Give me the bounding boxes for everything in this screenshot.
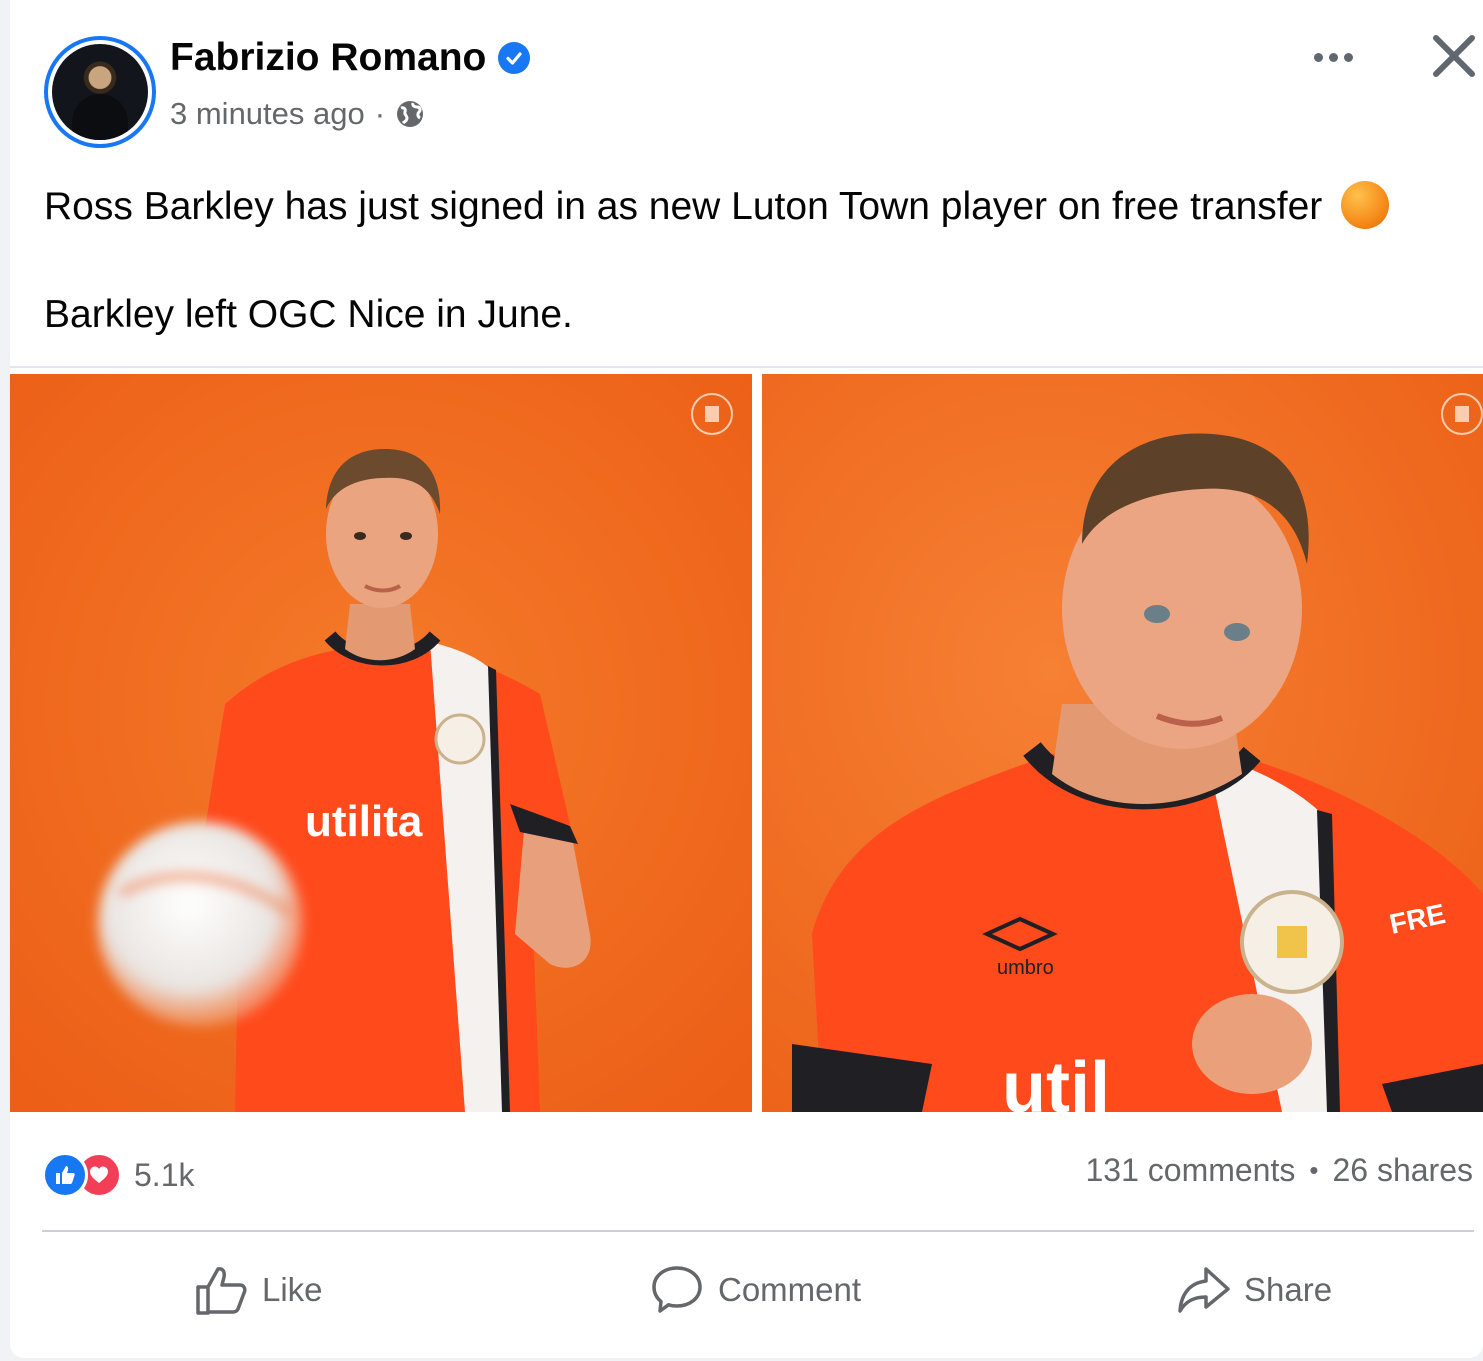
comment-icon (652, 1266, 702, 1313)
like-label: Like (262, 1271, 323, 1308)
svg-text:util: util (1002, 1048, 1110, 1112)
shares-count[interactable]: 26 shares (1332, 1152, 1473, 1189)
reaction-count: 5.1k (134, 1156, 195, 1193)
comment-button[interactable]: Comment (650, 1262, 861, 1318)
action-divider (42, 1230, 1474, 1232)
media-divider (10, 366, 1483, 368)
engagement-stats: 131 comments • 26 shares (1085, 1152, 1473, 1189)
author-name[interactable]: Fabrizio Romano (170, 36, 486, 80)
thumbs-up-icon (196, 1267, 247, 1315)
comment-label: Comment (718, 1271, 862, 1308)
close-icon[interactable] (1430, 32, 1478, 80)
comments-count[interactable]: 131 comments (1085, 1152, 1295, 1189)
svg-text:utilita: utilita (305, 797, 423, 846)
post-photo-2[interactable]: umbro FRE util (762, 374, 1483, 1112)
verified-badge-icon (498, 42, 531, 74)
share-arrow-icon (1178, 1267, 1230, 1313)
orange-circle-emoji-icon (1341, 181, 1390, 229)
post-photo-1[interactable]: utilita (10, 374, 752, 1112)
like-button[interactable]: Like (194, 1262, 323, 1318)
reactions-summary[interactable]: 5.1k (42, 1152, 194, 1198)
post-text-line-1: Ross Barkley has just signed in as new L… (44, 180, 1390, 234)
author-row: Fabrizio Romano (170, 36, 531, 80)
author-avatar[interactable] (44, 36, 156, 148)
stats-separator: • (1309, 1155, 1319, 1185)
post-card: Fabrizio Romano 3 minutes ago · Ross Bar… (10, 0, 1483, 1358)
share-button[interactable]: Share (1176, 1262, 1332, 1318)
meta-separator: · (374, 96, 386, 131)
post-text-line-2: Barkley left OGC Nice in June. (44, 293, 573, 336)
like-reaction-icon (42, 1152, 88, 1198)
avatar-photo (52, 44, 148, 140)
svg-text:umbro: umbro (997, 957, 1054, 979)
more-options-icon[interactable] (1306, 40, 1360, 74)
share-label: Share (1244, 1271, 1333, 1308)
globe-icon (397, 101, 424, 127)
post-timestamp[interactable]: 3 minutes ago (170, 96, 365, 132)
post-text: Ross Barkley has just signed in as new L… (44, 180, 1390, 342)
post-meta: 3 minutes ago · (170, 96, 425, 132)
